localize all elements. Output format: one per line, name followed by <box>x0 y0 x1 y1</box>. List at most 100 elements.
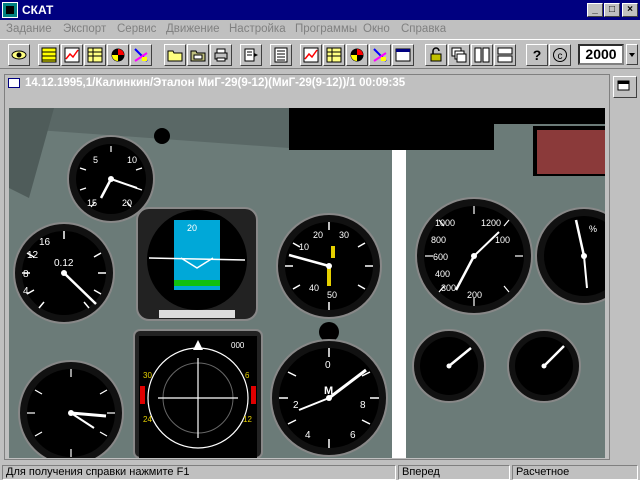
svg-text:c: c <box>558 51 563 62</box>
hsi-label: 12 <box>243 415 252 424</box>
vario-label: 30 <box>339 230 349 240</box>
unlock-icon[interactable] <box>425 44 447 66</box>
hsi-indicator: 30 24 12 6 000 <box>133 329 263 458</box>
menu-programs[interactable]: Программы <box>295 23 357 35</box>
menu-help[interactable]: Справка <box>401 23 446 35</box>
menu-settings[interactable]: Настройка <box>229 23 286 35</box>
document-window: 14.12.1995,1/Калинкин/Эталон МиГ-29(9-12… <box>4 74 610 460</box>
folder-icon[interactable] <box>187 44 209 66</box>
attitude-indicator: 20 <box>136 207 258 321</box>
mach-label: 4 <box>305 430 311 441</box>
vario-label: 20 <box>313 230 323 240</box>
rpm-label: 600 <box>433 252 448 262</box>
airspeed-label: 8 <box>23 269 29 280</box>
knob <box>154 128 170 144</box>
instrument-icon-2[interactable] <box>346 44 368 66</box>
warning-light <box>537 130 605 174</box>
tile-horizontal-icon[interactable] <box>494 44 516 66</box>
mach-gauge: 0 2 4 6 8 M <box>270 339 388 457</box>
close-button[interactable]: × <box>622 3 638 17</box>
document-title: 14.12.1995,1/Калинкин/Эталон МиГ-29(9-12… <box>25 77 406 89</box>
small-gauge-top: 5 10 20 15 <box>67 135 155 223</box>
rpm-label: 1000 <box>435 218 455 228</box>
hsi-label: 000 <box>231 341 245 350</box>
status-mode: Расчетное <box>512 465 638 480</box>
mach-label: 2 <box>293 400 299 411</box>
canopy-frame <box>289 108 494 150</box>
status-direction: Вперед <box>398 465 510 480</box>
list-doc-icon[interactable] <box>270 44 292 66</box>
zoom-dropdown-arrow[interactable] <box>626 44 638 65</box>
menu-window[interactable]: Окно <box>363 23 390 35</box>
palette-icon-2[interactable] <box>369 44 391 66</box>
small-gauge-right <box>507 329 581 403</box>
small-gauge-label: 10 <box>127 155 137 165</box>
vario-label: 10 <box>299 242 309 252</box>
hsi-label: 24 <box>143 415 152 424</box>
rpm-label: 1200 <box>481 218 501 228</box>
small-gauge-label: 20 <box>122 198 132 208</box>
hsi-label: 30 <box>143 371 152 380</box>
rpm-label: 300 <box>441 283 456 293</box>
help-icon[interactable]: ? <box>526 44 548 66</box>
airspeed-gauge: 4 8 12 16 0.12 <box>13 222 115 324</box>
chart-line-icon[interactable] <box>61 44 83 66</box>
menu-export[interactable]: Экспорт <box>63 23 106 35</box>
rpm-label: 400 <box>435 269 450 279</box>
app-titlebar: СКАТ _ □ × <box>0 0 640 20</box>
rpm-label: 100 <box>495 235 510 245</box>
table-icon[interactable] <box>84 44 106 66</box>
app-icon[interactable] <box>2 2 18 18</box>
open-folder-icon[interactable] <box>164 44 186 66</box>
status-help: Для получения справки нажмите F1 <box>2 465 396 480</box>
vario-label: 50 <box>327 290 337 300</box>
status-bar: Для получения справки нажмите F1 Вперед … <box>0 464 640 480</box>
palette-icon[interactable] <box>130 44 152 66</box>
mach-label: 6 <box>350 430 356 441</box>
table-icon-2[interactable] <box>323 44 345 66</box>
airspeed-label: 16 <box>39 237 51 248</box>
window-icon[interactable] <box>392 44 414 66</box>
clock-gauge <box>18 360 124 458</box>
chart-line-icon-2[interactable] <box>300 44 322 66</box>
airspeed-label: 4 <box>23 286 29 297</box>
zoom-input[interactable]: 2000 <box>578 44 624 65</box>
small-gauge-label: 5 <box>93 155 98 165</box>
center-stripe <box>392 150 406 458</box>
hsi-label: 6 <box>245 371 250 380</box>
about-icon[interactable]: c <box>549 44 571 66</box>
menu-zadanie[interactable]: Задание <box>6 23 52 35</box>
mach-label: 8 <box>360 400 366 411</box>
minimize-button[interactable]: _ <box>587 3 603 17</box>
canopy-frame-right <box>494 108 605 124</box>
print-icon[interactable] <box>210 44 232 66</box>
instrument-icon[interactable] <box>107 44 129 66</box>
svg-text:?: ? <box>533 47 542 63</box>
menu-service[interactable]: Сервис <box>117 23 156 35</box>
rpm-label: 200 <box>467 290 482 300</box>
cascade-icon[interactable] <box>448 44 470 66</box>
rpm-label: 800 <box>431 235 446 245</box>
document-icon[interactable] <box>8 78 20 88</box>
app-title: СКАТ <box>22 3 54 17</box>
menu-movement[interactable]: Движение <box>166 23 220 35</box>
adi-label: 20 <box>187 223 197 233</box>
thrust-unit: % <box>589 224 597 234</box>
restore-button[interactable]: □ <box>604 3 620 17</box>
grid-yellow-icon[interactable] <box>38 44 60 66</box>
vario-label: 40 <box>309 283 319 293</box>
step-icon[interactable] <box>240 44 262 66</box>
tile-vertical-icon[interactable] <box>471 44 493 66</box>
eye-icon[interactable] <box>8 44 30 66</box>
airspeed-label: 12 <box>27 250 39 261</box>
side-window-button[interactable] <box>613 76 637 98</box>
menu-bar: Задание Экспорт Сервис Движение Настройк… <box>0 20 640 39</box>
engine-rpm-gauge: 1000 800 600 400 300 200 1200 100 <box>415 197 533 315</box>
mach-label: 0 <box>325 360 331 371</box>
cockpit-panel: 5 10 20 15 4 8 12 16 0.12 20 10 20 30 40… <box>9 108 605 458</box>
toolbar: ? c <box>0 39 640 69</box>
airspeed-readout: 0.12 <box>54 258 74 269</box>
small-gauge-left <box>412 329 486 403</box>
document-titlebar: 14.12.1995,1/Калинкин/Эталон МиГ-29(9-12… <box>5 75 609 93</box>
small-gauge-label: 15 <box>87 198 97 208</box>
